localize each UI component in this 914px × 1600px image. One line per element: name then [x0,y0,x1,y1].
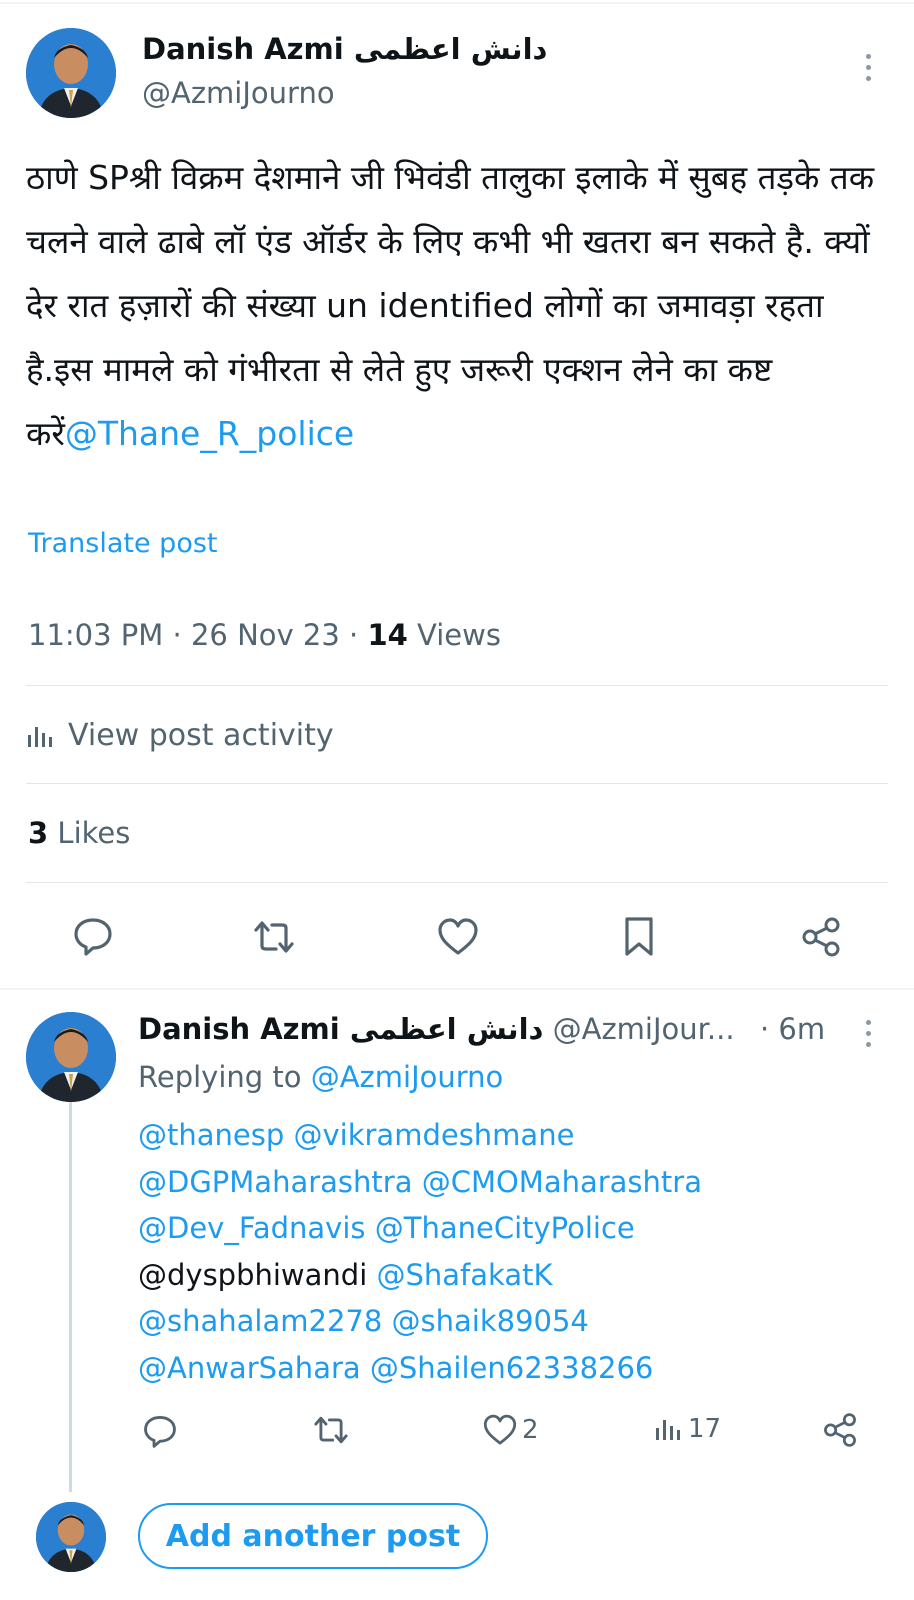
bookmark-icon [625,917,653,956]
likes-count: 3 [28,816,49,850]
avatar-photo [26,1012,116,1102]
add-another-post-button[interactable]: Add another post [138,1503,488,1569]
reply-button[interactable] [142,1414,178,1448]
bookmark-button[interactable] [622,916,656,958]
more-vertical-icon[interactable] [864,54,872,87]
share-button[interactable] [822,1412,858,1448]
avatar[interactable] [26,1012,116,1102]
repost-button[interactable] [312,1414,350,1446]
mention-link[interactable]: @shaik89054 [392,1304,589,1338]
author-name[interactable]: Danish Azmi دانش اعظمی [142,32,547,66]
view-activity-button[interactable]: View post activity [26,718,334,753]
replying-prefix: Replying to [138,1060,302,1094]
divider [26,783,888,784]
views-label: Views [417,618,501,652]
repost-icon [254,921,294,953]
share-icon [802,917,840,957]
reply-button[interactable] [72,916,114,956]
mention-link[interactable]: @Dev_Fadnavis [138,1211,366,1245]
view-activity-label: View post activity [68,718,334,753]
post-metadata: 11:03 PM · 26 Nov 23 · 14 Views [28,618,501,652]
mention-link[interactable]: @thanesp [138,1118,284,1152]
post-time[interactable]: 11:03 PM [28,618,163,652]
section-divider [0,988,914,990]
avatar[interactable] [26,28,116,118]
thread-line [69,1102,72,1492]
post-text: ठाणे SPश्री विक्रम देशमाने जी भिवंडी ताल… [26,146,886,466]
likes-summary[interactable]: 3 Likes [28,816,130,850]
heart-icon [483,1414,517,1445]
reply-age[interactable]: · 6m [760,1012,825,1046]
share-button[interactable] [800,916,842,958]
mention-link[interactable]: @AnwarSahara [138,1351,361,1385]
replying-to: Replying to @AzmiJourno [138,1060,503,1094]
views-count: 14 [367,618,408,652]
share-icon [824,1413,856,1447]
avatar-photo [36,1502,106,1572]
reply-author-handle[interactable]: @AzmiJour... [553,1012,735,1046]
more-vertical-icon[interactable] [864,1020,872,1053]
reply-header: Danish Azmi دانش اعظمی @AzmiJour... [138,1012,735,1046]
views-button[interactable]: 17 [654,1414,721,1444]
mention-link[interactable]: @Shailen62338266 [370,1351,654,1385]
mention-link[interactable]: @shahalam2278 [138,1304,382,1338]
divider [26,882,888,883]
post-body: ठाणे SPश्री विक्रम देशमाने जी भिवंडी ताल… [26,158,875,453]
mention-link[interactable]: @ThaneCityPolice [375,1211,635,1245]
translate-link[interactable]: Translate post [28,528,218,559]
like-button[interactable]: 2 [482,1414,539,1446]
mention-link[interactable]: @vikramdeshmane [293,1118,574,1152]
views-count: 17 [688,1414,722,1444]
reply-author-name[interactable]: Danish Azmi دانش اعظمی [138,1012,543,1046]
top-divider [0,2,914,4]
reply-icon [74,918,112,956]
post-date[interactable]: 26 Nov 23 [191,618,340,652]
repost-icon [314,1416,348,1444]
mention-link[interactable]: @ShafakatK [377,1258,553,1292]
author-handle[interactable]: @AzmiJourno [142,76,335,110]
replying-handle[interactable]: @AzmiJourno [311,1060,504,1094]
divider [26,685,888,686]
mention-text: @dyspbhiwandi [138,1257,368,1292]
reply-text: @thanesp @vikramdeshmane @DGPMaharashtra… [138,1112,898,1391]
likes-label: Likes [57,816,131,850]
mention-link[interactable]: @Thane_R_police [65,414,354,453]
reply-icon [144,1415,176,1448]
mention-link[interactable]: @DGPMaharashtra [138,1165,412,1199]
repost-button[interactable] [252,918,296,956]
avatar-photo [26,28,116,118]
like-button[interactable] [436,918,480,956]
avatar[interactable] [36,1502,106,1572]
bar-chart-icon [656,1420,680,1440]
bar-chart-icon [28,726,52,747]
heart-icon [438,918,478,955]
mention-link[interactable]: @CMOMaharashtra [422,1165,702,1199]
like-count: 2 [522,1415,539,1445]
